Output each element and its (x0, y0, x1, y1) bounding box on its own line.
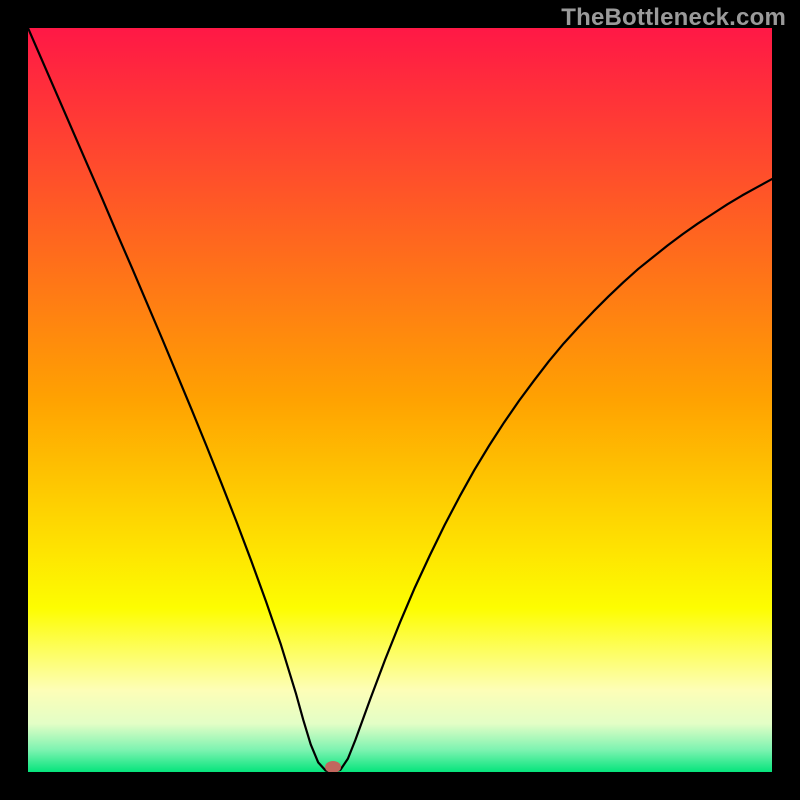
chart-frame: TheBottleneck.com (0, 0, 800, 800)
gradient-background (28, 28, 772, 772)
bottleneck-plot (28, 28, 772, 772)
